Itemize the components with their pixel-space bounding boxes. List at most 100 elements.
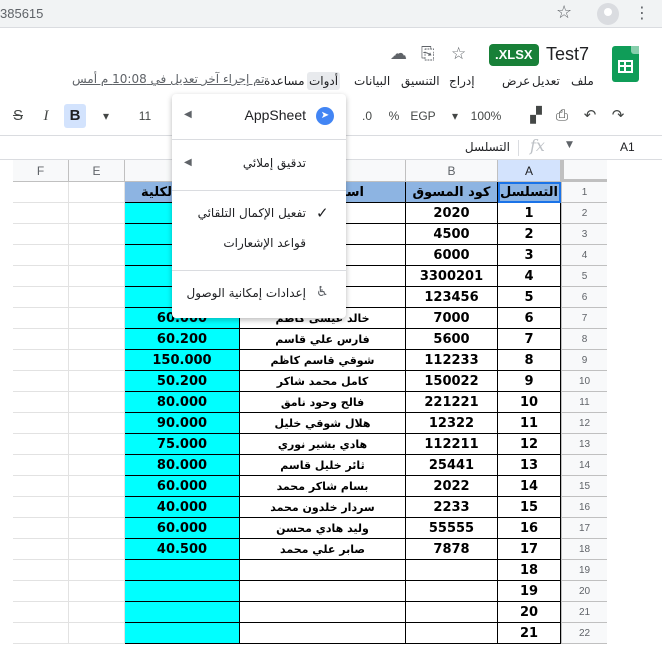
- row-header[interactable]: 4: [561, 245, 607, 266]
- row-header[interactable]: 11: [561, 392, 607, 413]
- marketer-code-cell[interactable]: 2233: [406, 497, 498, 518]
- cell[interactable]: [13, 455, 69, 476]
- row-header[interactable]: 8: [561, 329, 607, 350]
- total-amount-cell[interactable]: [125, 560, 240, 581]
- marketer-name-cell[interactable]: بسام شاكر محمد: [240, 476, 406, 497]
- zoom-dropdown-icon[interactable]: ▾: [448, 104, 462, 128]
- cell[interactable]: [69, 182, 125, 203]
- formula-input[interactable]: التسلسل: [400, 140, 510, 154]
- total-amount-cell[interactable]: 60.000: [125, 518, 240, 539]
- column-header-b[interactable]: B: [406, 160, 498, 182]
- sheets-logo-icon[interactable]: [612, 46, 639, 82]
- cell[interactable]: [69, 539, 125, 560]
- marketer-name-cell[interactable]: [240, 560, 406, 581]
- row-header[interactable]: 18: [561, 539, 607, 560]
- serial-cell[interactable]: 2: [498, 224, 561, 245]
- row-header[interactable]: 22: [561, 623, 607, 644]
- menu-data[interactable]: البيانات: [352, 72, 392, 90]
- kebab-menu-icon[interactable]: ⋮: [634, 3, 650, 22]
- total-amount-cell[interactable]: 40.000: [125, 497, 240, 518]
- bookmark-star-icon[interactable]: ☆: [556, 2, 572, 23]
- header-cell-a[interactable]: التسلسل: [498, 182, 561, 203]
- marketer-name-cell[interactable]: فالح وحود نامق: [240, 392, 406, 413]
- marketer-code-cell[interactable]: [406, 560, 498, 581]
- cell[interactable]: [13, 476, 69, 497]
- strikethrough-button[interactable]: S: [8, 104, 28, 128]
- marketer-code-cell[interactable]: 3300201: [406, 266, 498, 287]
- total-amount-cell[interactable]: [125, 623, 240, 644]
- column-header-a[interactable]: A: [498, 160, 561, 182]
- cell[interactable]: [69, 266, 125, 287]
- header-cell-b[interactable]: كود المسوق: [406, 182, 498, 203]
- serial-cell[interactable]: 8: [498, 350, 561, 371]
- row-header[interactable]: 7: [561, 308, 607, 329]
- zoom-select[interactable]: 100%: [468, 104, 504, 128]
- marketer-name-cell[interactable]: ثائر خليل قاسم: [240, 455, 406, 476]
- name-box[interactable]: A1: [620, 140, 635, 154]
- menu-file[interactable]: ملف: [569, 72, 596, 90]
- cell[interactable]: [69, 371, 125, 392]
- serial-cell[interactable]: 17: [498, 539, 561, 560]
- row-header[interactable]: 12: [561, 413, 607, 434]
- menu-insert[interactable]: إدراج: [447, 72, 477, 90]
- marketer-code-cell[interactable]: 4500: [406, 224, 498, 245]
- cell[interactable]: [69, 224, 125, 245]
- serial-cell[interactable]: 6: [498, 308, 561, 329]
- cell[interactable]: [13, 371, 69, 392]
- column-header-f[interactable]: F: [13, 160, 69, 182]
- marketer-code-cell[interactable]: 112233: [406, 350, 498, 371]
- marketer-name-cell[interactable]: [240, 602, 406, 623]
- cell[interactable]: [13, 287, 69, 308]
- row-header[interactable]: 9: [561, 350, 607, 371]
- cell[interactable]: [13, 602, 69, 623]
- cell[interactable]: [13, 224, 69, 245]
- marketer-code-cell[interactable]: 2022: [406, 476, 498, 497]
- cell[interactable]: [13, 539, 69, 560]
- cell[interactable]: [69, 350, 125, 371]
- cell[interactable]: [69, 623, 125, 644]
- cell[interactable]: [69, 560, 125, 581]
- row-header[interactable]: 13: [561, 434, 607, 455]
- marketer-name-cell[interactable]: هادي بشير نوري: [240, 434, 406, 455]
- menu-format[interactable]: التنسيق: [399, 72, 442, 90]
- select-all-corner[interactable]: [561, 160, 607, 182]
- total-amount-cell[interactable]: 40.500: [125, 539, 240, 560]
- marketer-name-cell[interactable]: هلال شوقي خليل: [240, 413, 406, 434]
- cell[interactable]: [69, 476, 125, 497]
- cell[interactable]: [69, 329, 125, 350]
- cell[interactable]: [13, 581, 69, 602]
- marketer-name-cell[interactable]: شوقي قاسم كاظم: [240, 350, 406, 371]
- total-amount-cell[interactable]: 60.200: [125, 329, 240, 350]
- marketer-code-cell[interactable]: 221221: [406, 392, 498, 413]
- redo-icon[interactable]: ↷: [608, 104, 628, 128]
- cell[interactable]: [69, 287, 125, 308]
- cell[interactable]: [13, 245, 69, 266]
- marketer-name-cell[interactable]: سردار خلدون محمد: [240, 497, 406, 518]
- marketer-code-cell[interactable]: 55555: [406, 518, 498, 539]
- serial-cell[interactable]: 21: [498, 623, 561, 644]
- serial-cell[interactable]: 10: [498, 392, 561, 413]
- total-amount-cell[interactable]: 80.000: [125, 392, 240, 413]
- marketer-code-cell[interactable]: 12322: [406, 413, 498, 434]
- marketer-name-cell[interactable]: صابر علي محمد: [240, 539, 406, 560]
- total-amount-cell[interactable]: 90.000: [125, 413, 240, 434]
- cell[interactable]: [13, 560, 69, 581]
- tools-menu-item-appsheet[interactable]: ◀ AppSheet ➤: [172, 100, 346, 132]
- decrease-decimal-button[interactable]: .0: [356, 104, 378, 128]
- marketer-code-cell[interactable]: [406, 581, 498, 602]
- row-header[interactable]: 20: [561, 581, 607, 602]
- cell[interactable]: [69, 308, 125, 329]
- profile-icon[interactable]: [597, 3, 619, 25]
- serial-cell[interactable]: 12: [498, 434, 561, 455]
- serial-cell[interactable]: 11: [498, 413, 561, 434]
- serial-cell[interactable]: 15: [498, 497, 561, 518]
- cell[interactable]: [13, 182, 69, 203]
- serial-cell[interactable]: 16: [498, 518, 561, 539]
- row-header[interactable]: 6: [561, 287, 607, 308]
- cell[interactable]: [13, 203, 69, 224]
- marketer-code-cell[interactable]: 7000: [406, 308, 498, 329]
- serial-cell[interactable]: 3: [498, 245, 561, 266]
- row-header[interactable]: 15: [561, 476, 607, 497]
- row-header[interactable]: 3: [561, 224, 607, 245]
- cell[interactable]: [69, 455, 125, 476]
